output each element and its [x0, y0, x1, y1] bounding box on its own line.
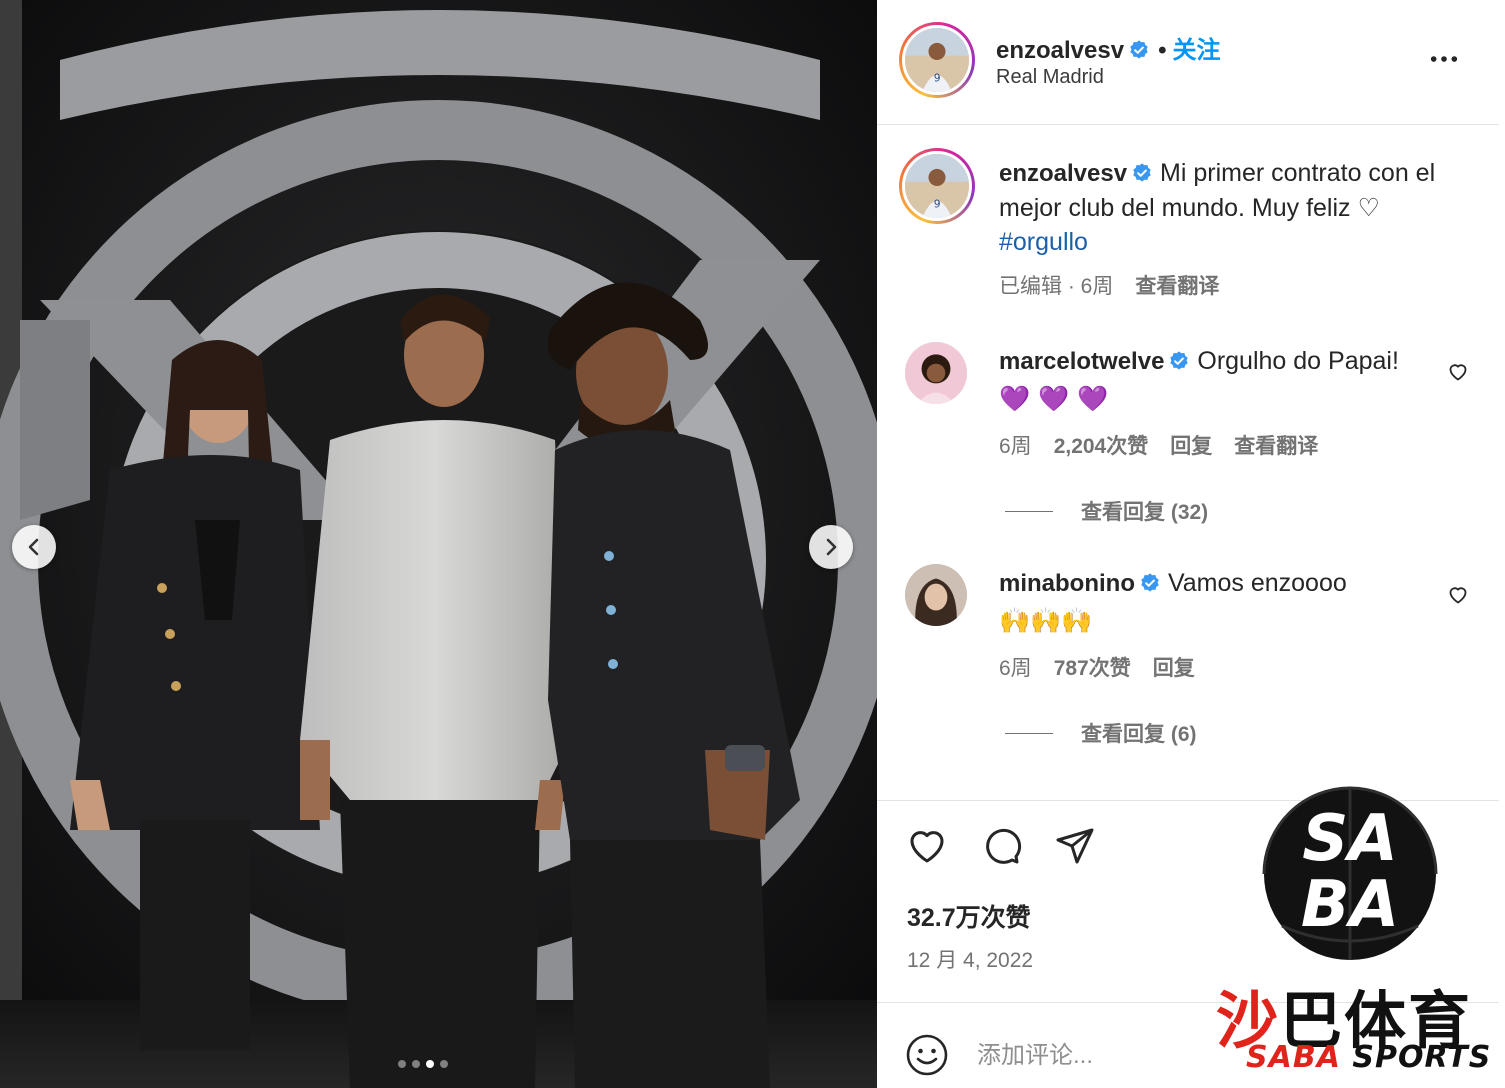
comment-meta: 6周 2,204次赞 回复 查看翻译	[999, 430, 1340, 460]
verified-badge-icon	[1141, 573, 1159, 592]
carousel-next-button[interactable]	[809, 525, 853, 569]
caption-translate-button[interactable]: 查看翻译	[1135, 275, 1219, 298]
comment-emoji: 🙌🙌🙌	[999, 606, 1093, 635]
avatar-image	[905, 342, 967, 404]
follow-button[interactable]: 关注	[1172, 37, 1220, 64]
comment-translate-button[interactable]: 查看翻译	[1234, 435, 1318, 458]
caption-username[interactable]: enzoalvesv	[999, 160, 1127, 187]
caption-author-avatar[interactable]: 9	[899, 148, 975, 224]
likes-count[interactable]: 32.7万次赞	[907, 898, 1031, 934]
caption-edited-time: 已编辑 · 6周	[999, 275, 1114, 298]
carousel-dot-active	[426, 1060, 434, 1068]
commenter-avatar[interactable]	[905, 342, 967, 404]
reply-thread-line	[1005, 510, 1053, 512]
comment-like-heart-icon[interactable]	[1446, 359, 1470, 383]
reply-button[interactable]: 回复	[1170, 435, 1212, 458]
comment-emoji: 💜 💜 💜	[999, 384, 1109, 413]
watermark-en: SABA SPORTS	[1246, 1040, 1492, 1075]
more-options-button[interactable]	[1428, 44, 1460, 74]
carousel-dot	[440, 1060, 448, 1068]
hashtag-link[interactable]: #orgullo	[999, 228, 1088, 256]
comment-time: 6周	[999, 657, 1032, 680]
smiley-icon[interactable]	[905, 1033, 949, 1077]
header-user-line: enzoalvesv • 关注	[996, 30, 1220, 65]
post-caption: enzoalvesv Mi primer contrato con el mej…	[999, 156, 1439, 259]
post-date: 12 月 4, 2022	[907, 949, 1034, 972]
share-icon[interactable]	[1053, 824, 1097, 868]
avatar-image: 9	[905, 154, 969, 218]
verified-badge-icon	[1130, 40, 1148, 59]
author-avatar[interactable]: 9	[899, 22, 975, 98]
view-replies-label: 查看回复 (6)	[1081, 723, 1197, 746]
carousel-indicator	[398, 1060, 448, 1068]
avatar-image: 9	[905, 28, 969, 92]
comment-time: 6周	[999, 435, 1032, 458]
view-replies-button[interactable]: 查看回复 (32)	[1005, 496, 1208, 526]
post-media[interactable]	[0, 0, 877, 1088]
comment-likes[interactable]: 787次赞	[1054, 657, 1131, 680]
comment-item: marcelotwelve Orgulho do Papai! 💜 💜 💜	[999, 343, 1419, 418]
post-photo	[0, 0, 877, 1088]
carousel-prev-button[interactable]	[12, 525, 56, 569]
header-separator: •	[1158, 37, 1167, 64]
avatar-image	[905, 564, 967, 626]
comment-username[interactable]: minabonino	[999, 570, 1135, 597]
reply-button[interactable]: 回复	[1153, 657, 1195, 680]
comment-like-heart-icon[interactable]	[1446, 582, 1470, 606]
chevron-left-icon	[28, 538, 39, 556]
verified-badge-icon	[1133, 163, 1151, 182]
comment-item: minabonino Vamos enzoooo 🙌🙌🙌	[999, 565, 1419, 640]
view-replies-label: 查看回复 (32)	[1081, 501, 1209, 524]
view-replies-button[interactable]: 查看回复 (6)	[1005, 718, 1197, 748]
svg-text:9: 9	[934, 197, 941, 210]
verified-badge-icon	[1170, 351, 1189, 370]
comment-text: Vamos enzoooo	[1167, 569, 1347, 597]
commenter-avatar[interactable]	[905, 564, 967, 626]
more-horizontal-icon	[1430, 56, 1458, 62]
post-panel: 9 enzoalvesv • 关注 Real Madrid 9 enzoalvesv…	[877, 0, 1505, 1088]
chevron-right-icon	[826, 538, 837, 556]
carousel-dot	[398, 1060, 406, 1068]
comment-icon[interactable]	[979, 824, 1023, 868]
comment-meta: 6周 787次赞 回复	[999, 652, 1217, 682]
reply-thread-line	[1005, 732, 1053, 734]
carousel-dot	[412, 1060, 420, 1068]
location-link[interactable]: Real Madrid	[996, 66, 1104, 89]
caption-meta: 已编辑 · 6周 查看翻译	[999, 270, 1241, 300]
comment-username[interactable]: marcelotwelve	[999, 348, 1164, 375]
comment-text: Orgulho do Papai!	[1197, 347, 1399, 375]
heart-emoji: ♡	[1357, 193, 1380, 222]
heart-icon[interactable]	[905, 824, 949, 868]
comments-divider	[877, 800, 1499, 801]
comment-likes[interactable]: 2,204次赞	[1054, 435, 1149, 458]
svg-text:9: 9	[934, 71, 941, 84]
header-divider	[877, 124, 1499, 125]
header-username[interactable]: enzoalvesv	[996, 37, 1124, 64]
